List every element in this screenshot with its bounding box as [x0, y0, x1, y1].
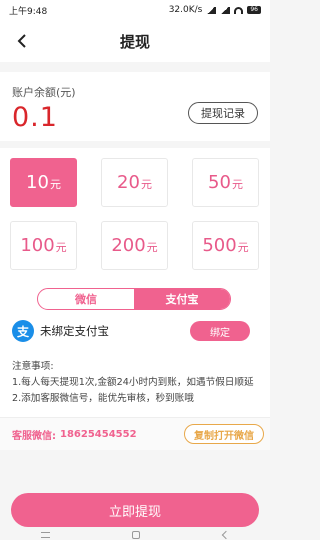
network-speed: 32.0K/s [168, 5, 203, 15]
nav-bar: 提现 [0, 20, 270, 62]
payment-method-toggle: 微信 支付宝 [37, 288, 231, 310]
amount-value: 50 [208, 172, 231, 193]
amount-option-10[interactable]: 10 元 [10, 158, 77, 207]
status-bar: 上午9:48 32.0K/s 96 [0, 0, 270, 20]
tab-alipay[interactable]: 支付宝 [134, 289, 230, 309]
back-button[interactable] [10, 28, 36, 54]
tab-wechat[interactable]: 微信 [38, 289, 134, 309]
amount-value: 10 [26, 172, 49, 193]
balance-card: 账户余额(元) 0.1 提现记录 [0, 72, 270, 141]
status-indicators: 32.0K/s 96 [169, 5, 261, 15]
chevron-left-icon [17, 34, 26, 48]
alipay-icon: 支 [12, 320, 34, 342]
amount-value: 500 [202, 235, 237, 256]
amount-option-200[interactable]: 200 元 [101, 221, 168, 270]
system-nav-bar [0, 530, 270, 540]
amount-unit: 元 [140, 178, 152, 191]
amount-unit: 元 [55, 241, 67, 254]
amount-unit: 元 [146, 241, 158, 254]
notice-section: 注意事项: 1.每人每天提现1次,金额24小时内到账，如遇节假日顺延 2.添加客… [12, 359, 264, 407]
bind-button[interactable]: 绑定 [190, 321, 250, 341]
amount-unit: 元 [49, 178, 61, 191]
amount-value: 100 [20, 235, 55, 256]
page-title: 提现 [119, 32, 150, 51]
service-wechat-number: 18625454552 [60, 428, 137, 440]
amount-option-500[interactable]: 500 元 [192, 221, 259, 270]
balance-label: 账户余额(元) [12, 86, 76, 99]
signal-icon-2 [220, 6, 231, 14]
amount-unit: 元 [231, 178, 243, 191]
amount-value: 200 [111, 235, 146, 256]
alipay-status: 未绑定支付宝 [40, 324, 109, 338]
amount-value: 20 [117, 172, 140, 193]
battery-icon: 96 [247, 6, 261, 14]
amount-unit: 元 [237, 241, 249, 254]
home-icon[interactable] [132, 531, 141, 539]
status-time: 上午9:48 [9, 6, 48, 17]
wifi-icon [234, 6, 244, 14]
customer-service-row: 客服微信: 18625454552 复制打开微信 [0, 417, 270, 450]
withdraw-record-button[interactable]: 提现记录 [188, 102, 258, 124]
notice-line: 1.每人每天提现1次,金额24小时内到账，如遇节假日顺延 [12, 377, 254, 388]
withdraw-card: 10 元 20 元 50 元 100 元 200 元 500 元 微信 支付宝 支 未绑定支… [0, 148, 270, 450]
copy-open-wechat-button[interactable]: 复制打开微信 [184, 424, 264, 444]
amount-option-20[interactable]: 20 元 [101, 158, 168, 207]
service-label: 客服微信: [12, 430, 56, 442]
back-icon[interactable] [221, 530, 231, 540]
notice-line: 2.添加客服微信号，能优先审核，秒到账哦 [12, 393, 194, 404]
amount-option-100[interactable]: 100 元 [10, 221, 77, 270]
withdraw-now-button[interactable]: 立即提现 [11, 493, 259, 527]
notice-title: 注意事项: [12, 361, 54, 372]
alipay-account-row: 支 未绑定支付宝 绑定 [12, 319, 258, 343]
menu-icon[interactable] [41, 532, 51, 538]
signal-icon [206, 6, 217, 14]
amount-grid: 10 元 20 元 50 元 100 元 200 元 500 元 [10, 158, 259, 270]
amount-option-50[interactable]: 50 元 [192, 158, 259, 207]
